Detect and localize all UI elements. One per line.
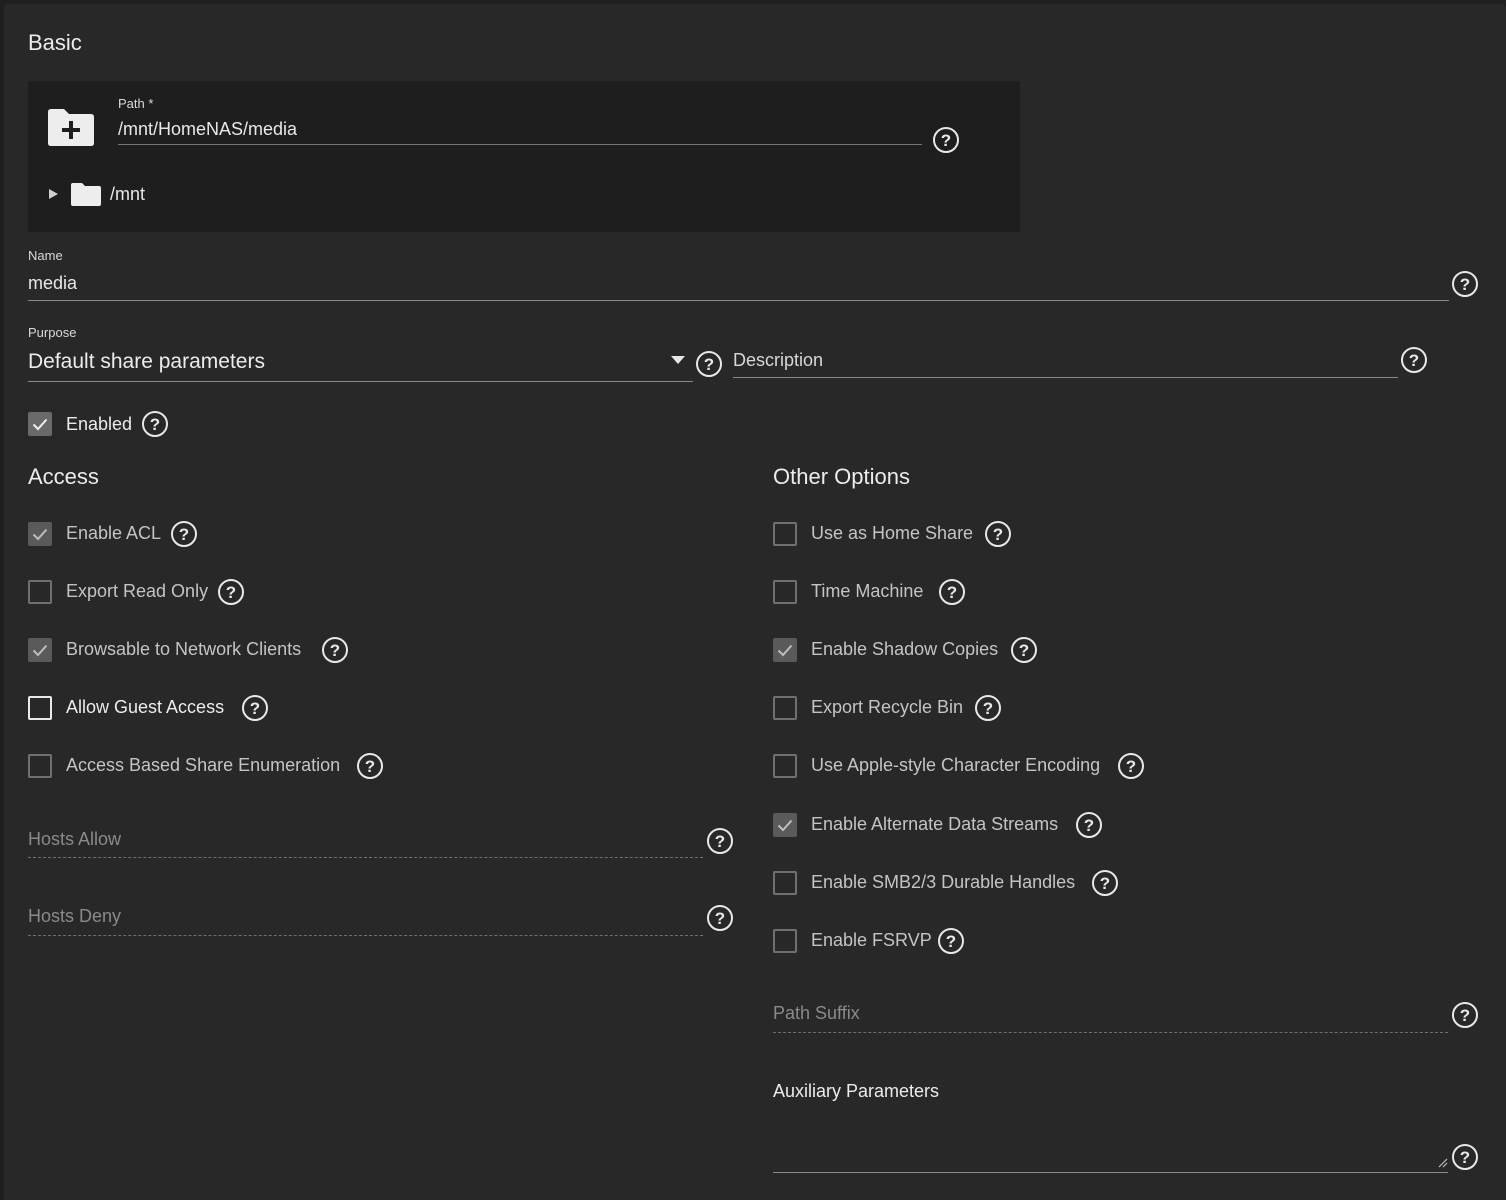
help-circle-icon[interactable]: ? <box>1092 870 1118 896</box>
help-circle-icon[interactable]: ? <box>1401 347 1427 373</box>
enabled-label: Enabled <box>66 414 133 434</box>
browsable-label: Browsable to Network Clients <box>66 639 302 659</box>
path-explorer-panel: Path * /mnt/HomeNAS/media ? /mnt <box>28 81 1020 232</box>
help-circle-icon[interactable]: ? <box>939 579 965 605</box>
path-underline <box>118 144 922 145</box>
apple-encoding-checkbox[interactable] <box>773 754 797 778</box>
path-input[interactable]: /mnt/HomeNAS/media <box>118 119 297 140</box>
home-share-checkbox[interactable] <box>773 522 797 546</box>
help-circle-icon[interactable]: ? <box>707 828 733 854</box>
abse-label: Access Based Share Enumeration <box>66 755 341 775</box>
folder-plus-icon[interactable] <box>46 107 96 147</box>
purpose-underline <box>28 381 693 382</box>
shadow-copies-checkbox[interactable] <box>773 638 797 662</box>
help-circle-icon[interactable]: ? <box>696 351 722 377</box>
hosts-allow-underline <box>28 857 703 858</box>
help-circle-icon[interactable]: ? <box>975 695 1001 721</box>
fsrvp-label: Enable FSRVP <box>811 930 932 950</box>
apple-encoding-label: Use Apple-style Character Encoding <box>811 755 1101 775</box>
help-circle-icon[interactable]: ? <box>707 905 733 931</box>
aux-params-textarea[interactable] <box>773 1110 1448 1172</box>
browsable-checkbox[interactable] <box>28 638 52 662</box>
tree-node-label: /mnt <box>110 183 146 204</box>
help-circle-icon[interactable]: ? <box>985 521 1011 547</box>
help-circle-icon[interactable]: ? <box>1076 812 1102 838</box>
enable-acl-label: Enable ACL <box>66 523 162 543</box>
section-title-basic: Basic <box>28 30 82 55</box>
tree-node-mnt[interactable]: /mnt <box>46 181 145 207</box>
abse-checkbox[interactable] <box>28 754 52 778</box>
time-machine-checkbox[interactable] <box>773 580 797 604</box>
path-suffix-input[interactable]: Path Suffix <box>773 1003 860 1024</box>
hosts-allow-input[interactable]: Hosts Allow <box>28 829 121 850</box>
help-circle-icon[interactable]: ? <box>1118 753 1144 779</box>
enabled-checkbox[interactable] <box>28 412 52 436</box>
allow-guest-access-checkbox[interactable] <box>28 696 52 720</box>
recycle-bin-checkbox[interactable] <box>773 696 797 720</box>
help-circle-icon[interactable]: ? <box>357 753 383 779</box>
alternate-streams-label: Enable Alternate Data Streams <box>811 814 1059 834</box>
name-label: Name <box>28 248 63 263</box>
shadow-copies-label: Enable Shadow Copies <box>811 639 999 659</box>
time-machine-label: Time Machine <box>811 581 924 601</box>
check-icon <box>32 418 48 431</box>
share-form-card: Basic Path * /mnt/HomeNAS/media ? /mnt N… <box>4 4 1506 1200</box>
help-circle-icon[interactable]: ? <box>1452 271 1478 297</box>
description-input[interactable]: Description <box>733 350 823 371</box>
check-icon <box>777 819 793 832</box>
check-icon <box>777 644 793 657</box>
help-circle-icon[interactable]: ? <box>171 521 197 547</box>
enable-acl-checkbox[interactable] <box>28 522 52 546</box>
path-label: Path * <box>118 96 154 111</box>
export-read-only-label: Export Read Only <box>66 581 209 601</box>
name-underline <box>28 300 1449 301</box>
help-circle-icon[interactable]: ? <box>1011 637 1037 663</box>
help-circle-icon[interactable]: ? <box>218 579 244 605</box>
export-read-only-checkbox[interactable] <box>28 580 52 604</box>
help-circle-icon[interactable]: ? <box>938 928 964 954</box>
check-icon <box>32 644 48 657</box>
path-suffix-underline <box>773 1032 1448 1033</box>
section-title-other-options: Other Options <box>773 464 910 489</box>
aux-params-underline <box>773 1172 1448 1173</box>
help-circle-icon[interactable]: ? <box>933 127 959 153</box>
help-circle-icon[interactable]: ? <box>1452 1144 1478 1170</box>
help-circle-icon[interactable]: ? <box>322 637 348 663</box>
check-icon <box>32 528 48 541</box>
resize-handle-icon[interactable] <box>1438 1158 1448 1168</box>
hosts-deny-input[interactable]: Hosts Deny <box>28 906 121 927</box>
durable-handles-checkbox[interactable] <box>773 871 797 895</box>
name-input[interactable]: media <box>28 273 77 294</box>
aux-params-label: Auxiliary Parameters <box>773 1081 940 1101</box>
alternate-streams-checkbox[interactable] <box>773 813 797 837</box>
triangle-right-icon[interactable] <box>46 187 60 201</box>
purpose-label: Purpose <box>28 325 77 340</box>
purpose-select[interactable]: Default share parameters <box>28 350 265 374</box>
help-circle-icon[interactable]: ? <box>1452 1002 1478 1028</box>
folder-icon <box>71 183 101 206</box>
durable-handles-label: Enable SMB2/3 Durable Handles <box>811 872 1076 892</box>
allow-guest-access-label: Allow Guest Access <box>66 697 225 717</box>
hosts-deny-underline <box>28 935 703 936</box>
help-circle-icon[interactable]: ? <box>242 695 268 721</box>
section-title-access: Access <box>28 464 99 489</box>
home-share-label: Use as Home Share <box>811 523 974 543</box>
caret-down-icon[interactable] <box>670 355 686 365</box>
description-underline <box>733 377 1398 378</box>
recycle-bin-label: Export Recycle Bin <box>811 697 964 717</box>
help-circle-icon[interactable]: ? <box>142 411 168 437</box>
fsrvp-checkbox[interactable] <box>773 929 797 953</box>
